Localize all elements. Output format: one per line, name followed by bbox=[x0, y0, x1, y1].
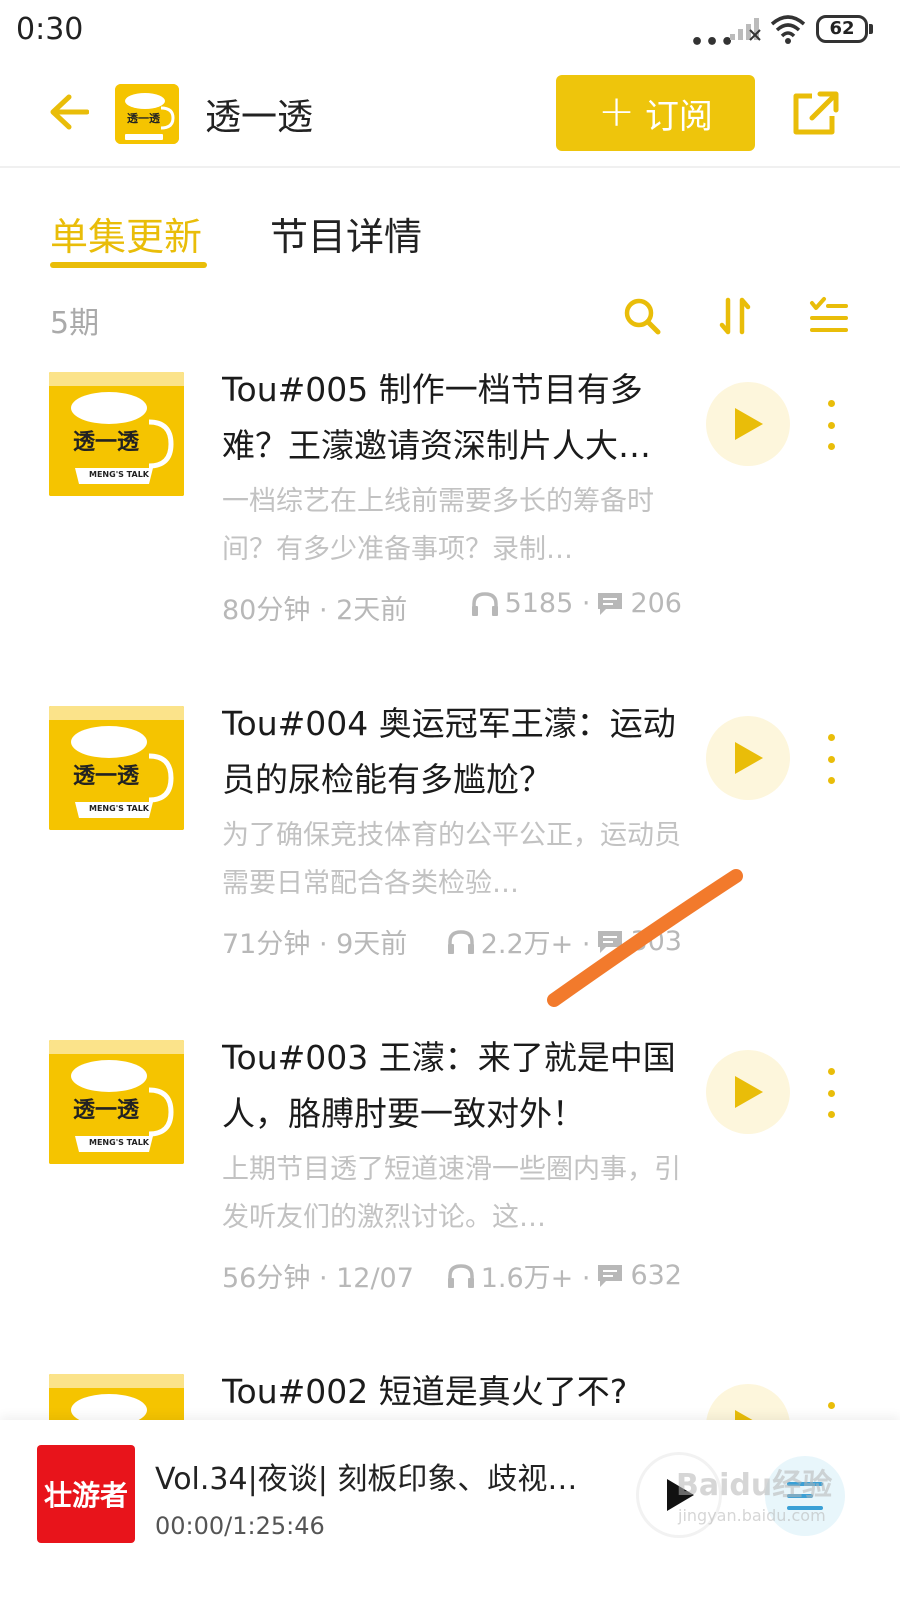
episode-cover: 透一透 MENG'S TALK bbox=[49, 1040, 184, 1164]
episode-item[interactable]: 透一透 MENG'S TALK Tou#003 王濛：来了就是中国人，胳膊肘要一… bbox=[0, 1030, 900, 1364]
episode-comments: 206 bbox=[630, 588, 682, 619]
episode-plays: 5185 · bbox=[504, 588, 591, 619]
cover-badge: MENG'S TALK bbox=[89, 1138, 150, 1147]
subscribe-label: 订阅 bbox=[644, 96, 713, 137]
comment-icon bbox=[598, 1264, 623, 1287]
episode-title: Tou#005 制作一档节目有多难？王濛邀请资深制片人大… bbox=[222, 370, 651, 465]
play-icon bbox=[735, 742, 763, 774]
cover-text: 透一透 bbox=[73, 1098, 140, 1123]
episode-cover bbox=[49, 1374, 184, 1420]
share-external-icon bbox=[793, 91, 839, 135]
tab-bar: 单集更新 节目详情 bbox=[0, 170, 900, 270]
cell-signal-icon bbox=[730, 18, 761, 41]
tab-episodes[interactable]: 单集更新 bbox=[50, 206, 202, 261]
episode-play-button[interactable] bbox=[706, 382, 790, 466]
tab-details[interactable]: 节目详情 bbox=[270, 206, 422, 261]
episode-title: Tou#004 奥运冠军王濛：运动员的尿检能有多尴尬？ bbox=[222, 704, 676, 799]
cover-badge: MENG'S TALK bbox=[89, 804, 150, 813]
episode-play-button[interactable] bbox=[706, 1384, 790, 1420]
episode-meta: 80分钟 · 2天前 5185 · 206 bbox=[222, 588, 682, 628]
player-cover: 壮游者 bbox=[37, 1445, 135, 1543]
play-icon bbox=[735, 1410, 753, 1420]
comment-icon bbox=[598, 930, 623, 953]
episode-plays: 1.6万+ · bbox=[480, 1263, 591, 1294]
podcast-header: 透一透 透一透 + 订阅 bbox=[0, 62, 900, 168]
episode-item[interactable]: Tou#002 短道是真火了不? bbox=[0, 1364, 900, 1420]
episode-play-button[interactable] bbox=[706, 716, 790, 800]
episode-stats: 2.2万+ · 303 bbox=[447, 922, 682, 961]
beer-mug-cover-icon bbox=[49, 1374, 184, 1420]
episode-duration: 80分钟 · 2天前 bbox=[222, 595, 408, 626]
play-icon bbox=[735, 408, 763, 440]
cover-text: 透一透 bbox=[73, 764, 140, 789]
episode-description: 上期节目透了短道速滑一些圈内事，引发听友们的激烈讨论。这… bbox=[222, 1154, 681, 1233]
episode-description: 为了确保竞技体育的公平公正，运动员需要日常配合各类检验… bbox=[222, 820, 681, 899]
checklist-icon[interactable] bbox=[806, 294, 850, 338]
playlist-button[interactable] bbox=[765, 1456, 845, 1536]
episode-item[interactable]: 透一透 MENG'S TALK Tou#004 奥运冠军王濛：运动员的尿检能有多… bbox=[0, 696, 900, 1030]
headphones-icon bbox=[471, 591, 498, 616]
subscribe-button[interactable]: + 订阅 bbox=[556, 75, 755, 151]
episode-stats: 5185 · 206 bbox=[471, 588, 682, 619]
headphones-icon bbox=[447, 1263, 474, 1288]
battery-tip bbox=[869, 24, 873, 34]
episode-meta: 56分钟 · 12/07 1.6万+ · 632 bbox=[222, 1256, 682, 1296]
player-time: 00:00/1:25:46 bbox=[155, 1512, 325, 1540]
episode-duration: 56分钟 · 12/07 bbox=[222, 1263, 414, 1294]
episode-play-button[interactable] bbox=[706, 1050, 790, 1134]
podcast-logo-text: 透一透 bbox=[127, 112, 160, 125]
player-title: Vol.34|夜谈| 刻板印象、歧视和… bbox=[155, 1462, 605, 1497]
episode-cover: 透一透 MENG'S TALK bbox=[49, 706, 184, 830]
more-vertical-icon[interactable] bbox=[818, 1068, 844, 1118]
more-vertical-icon[interactable] bbox=[818, 400, 844, 450]
episode-toolbar: 5期 bbox=[0, 290, 900, 350]
wifi-icon bbox=[770, 15, 806, 44]
back-button[interactable] bbox=[40, 86, 98, 138]
episode-comments: 303 bbox=[630, 926, 682, 957]
episode-title: Tou#003 王濛：来了就是中国人，胳膊肘要一致对外！ bbox=[222, 1038, 676, 1133]
plus-icon: + bbox=[598, 85, 635, 137]
status-time: 0:30 bbox=[16, 12, 84, 47]
episode-item[interactable]: 透一透 MENG'S TALK Tou#005 制作一档节目有多难？王濛邀请资深… bbox=[0, 362, 900, 696]
episode-stats: 1.6万+ · 632 bbox=[447, 1256, 682, 1295]
episode-comments: 632 bbox=[630, 1260, 682, 1291]
episode-cover: 透一透 MENG'S TALK bbox=[49, 372, 184, 496]
episode-count: 5期 bbox=[50, 306, 100, 341]
search-icon[interactable] bbox=[620, 294, 664, 338]
arrow-left-icon bbox=[50, 94, 89, 130]
status-bar: 0:30 ••• 62 bbox=[0, 0, 900, 62]
episode-meta: 71分钟 · 9天前 2.2万+ · 303 bbox=[222, 922, 682, 962]
page-title: 透一透 bbox=[205, 97, 314, 138]
episode-title: Tou#002 短道是真火了不? bbox=[222, 1372, 628, 1411]
episode-description: 一档综艺在上线前需要多长的筹备时间？有多少准备事项？录制… bbox=[222, 486, 654, 565]
more-vertical-icon[interactable] bbox=[818, 734, 844, 784]
play-icon bbox=[735, 1076, 763, 1108]
sort-icon[interactable] bbox=[714, 294, 758, 338]
play-icon bbox=[667, 1479, 694, 1511]
player-play-button[interactable] bbox=[636, 1452, 722, 1538]
podcast-logo: 透一透 bbox=[115, 84, 179, 144]
more-vertical-icon[interactable] bbox=[818, 1402, 844, 1420]
tab-active-indicator bbox=[50, 262, 207, 268]
cover-badge: MENG'S TALK bbox=[89, 470, 150, 479]
cover-text: 透一透 bbox=[73, 430, 140, 455]
mini-player[interactable]: 壮游者 Vol.34|夜谈| 刻板印象、歧视和… 00:00/1:25:46 B… bbox=[0, 1420, 900, 1600]
comment-icon bbox=[598, 592, 623, 615]
episode-duration: 71分钟 · 9天前 bbox=[222, 929, 408, 960]
headphones-icon bbox=[447, 929, 474, 954]
episode-plays: 2.2万+ · bbox=[480, 929, 591, 960]
battery-indicator: 62 bbox=[816, 15, 868, 43]
share-button[interactable] bbox=[790, 90, 840, 138]
playlist-icon bbox=[787, 1482, 823, 1510]
